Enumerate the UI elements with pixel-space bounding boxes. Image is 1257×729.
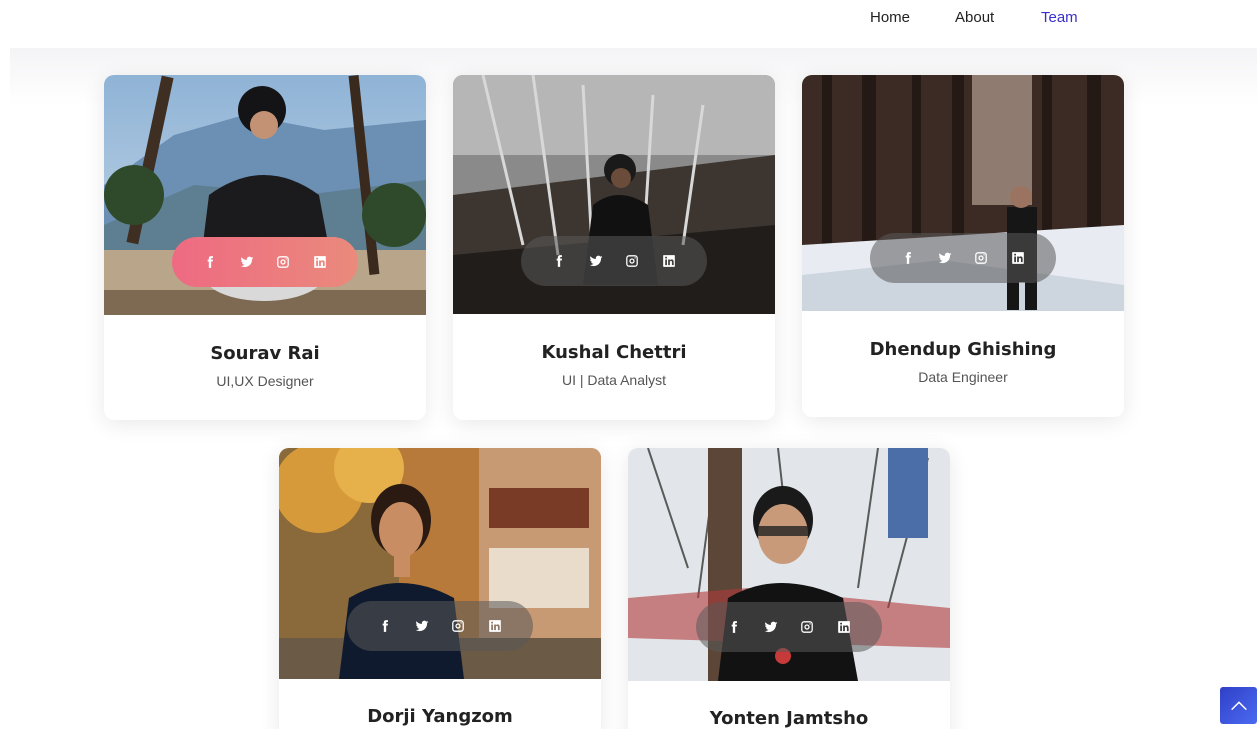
- member-info: Dorji Yangzom: [279, 706, 601, 729]
- member-info: Kushal Chettri UI | Data Analyst: [453, 342, 775, 388]
- nav-team-link[interactable]: Team: [1041, 9, 1078, 26]
- facebook-icon[interactable]: [898, 248, 918, 268]
- member-info: Yonten Jamtsho: [628, 708, 950, 729]
- linkedin-icon[interactable]: [310, 252, 330, 272]
- instagram-icon[interactable]: [273, 252, 293, 272]
- scroll-to-top-button[interactable]: [1220, 687, 1257, 724]
- linkedin-icon[interactable]: [1008, 248, 1028, 268]
- member-info: Dhendup Ghishing Data Engineer: [802, 339, 1124, 385]
- top-navbar: Home About Team: [0, 0, 1257, 48]
- facebook-icon[interactable]: [724, 617, 744, 637]
- member-role: UI | Data Analyst: [561, 372, 666, 388]
- facebook-icon[interactable]: [549, 251, 569, 271]
- team-card-yonten-jamtsho: Yonten Jamtsho: [628, 448, 950, 729]
- social-links-bar: [347, 601, 533, 651]
- linkedin-icon[interactable]: [659, 251, 679, 271]
- twitter-icon[interactable]: [761, 617, 781, 637]
- twitter-icon[interactable]: [237, 252, 257, 272]
- nav-home-link[interactable]: Home: [870, 9, 910, 26]
- member-role: UI,UX Designer: [216, 373, 314, 389]
- chevron-up-icon: [1230, 700, 1247, 710]
- member-info: Sourav Rai UI,UX Designer: [104, 343, 426, 389]
- team-card-dhendup-ghishing: Dhendup Ghishing Data Engineer: [802, 75, 1124, 417]
- instagram-icon[interactable]: [448, 616, 468, 636]
- nav-about-link[interactable]: About: [955, 9, 994, 26]
- linkedin-icon[interactable]: [834, 617, 854, 637]
- social-links-bar: [172, 237, 358, 287]
- twitter-icon[interactable]: [412, 616, 432, 636]
- facebook-icon[interactable]: [375, 616, 395, 636]
- instagram-icon[interactable]: [622, 251, 642, 271]
- linkedin-icon[interactable]: [485, 616, 505, 636]
- member-role: Data Engineer: [918, 369, 1008, 385]
- social-links-bar: [521, 236, 707, 286]
- member-name: Dorji Yangzom: [367, 706, 513, 727]
- facebook-icon[interactable]: [200, 252, 220, 272]
- team-card-dorji-yangzom: Dorji Yangzom: [279, 448, 601, 729]
- member-name: Dhendup Ghishing: [869, 339, 1057, 360]
- twitter-icon[interactable]: [586, 251, 606, 271]
- member-name: Sourav Rai: [210, 343, 320, 364]
- twitter-icon[interactable]: [935, 248, 955, 268]
- social-links-bar: [696, 602, 882, 652]
- member-name: Kushal Chettri: [541, 342, 687, 363]
- team-card-sourav-rai: Sourav Rai UI,UX Designer: [104, 75, 426, 420]
- instagram-icon[interactable]: [797, 617, 817, 637]
- social-links-bar: [870, 233, 1056, 283]
- instagram-icon[interactable]: [971, 248, 991, 268]
- member-name: Yonten Jamtsho: [709, 708, 869, 729]
- team-card-kushal-chettri: Kushal Chettri UI | Data Analyst: [453, 75, 775, 420]
